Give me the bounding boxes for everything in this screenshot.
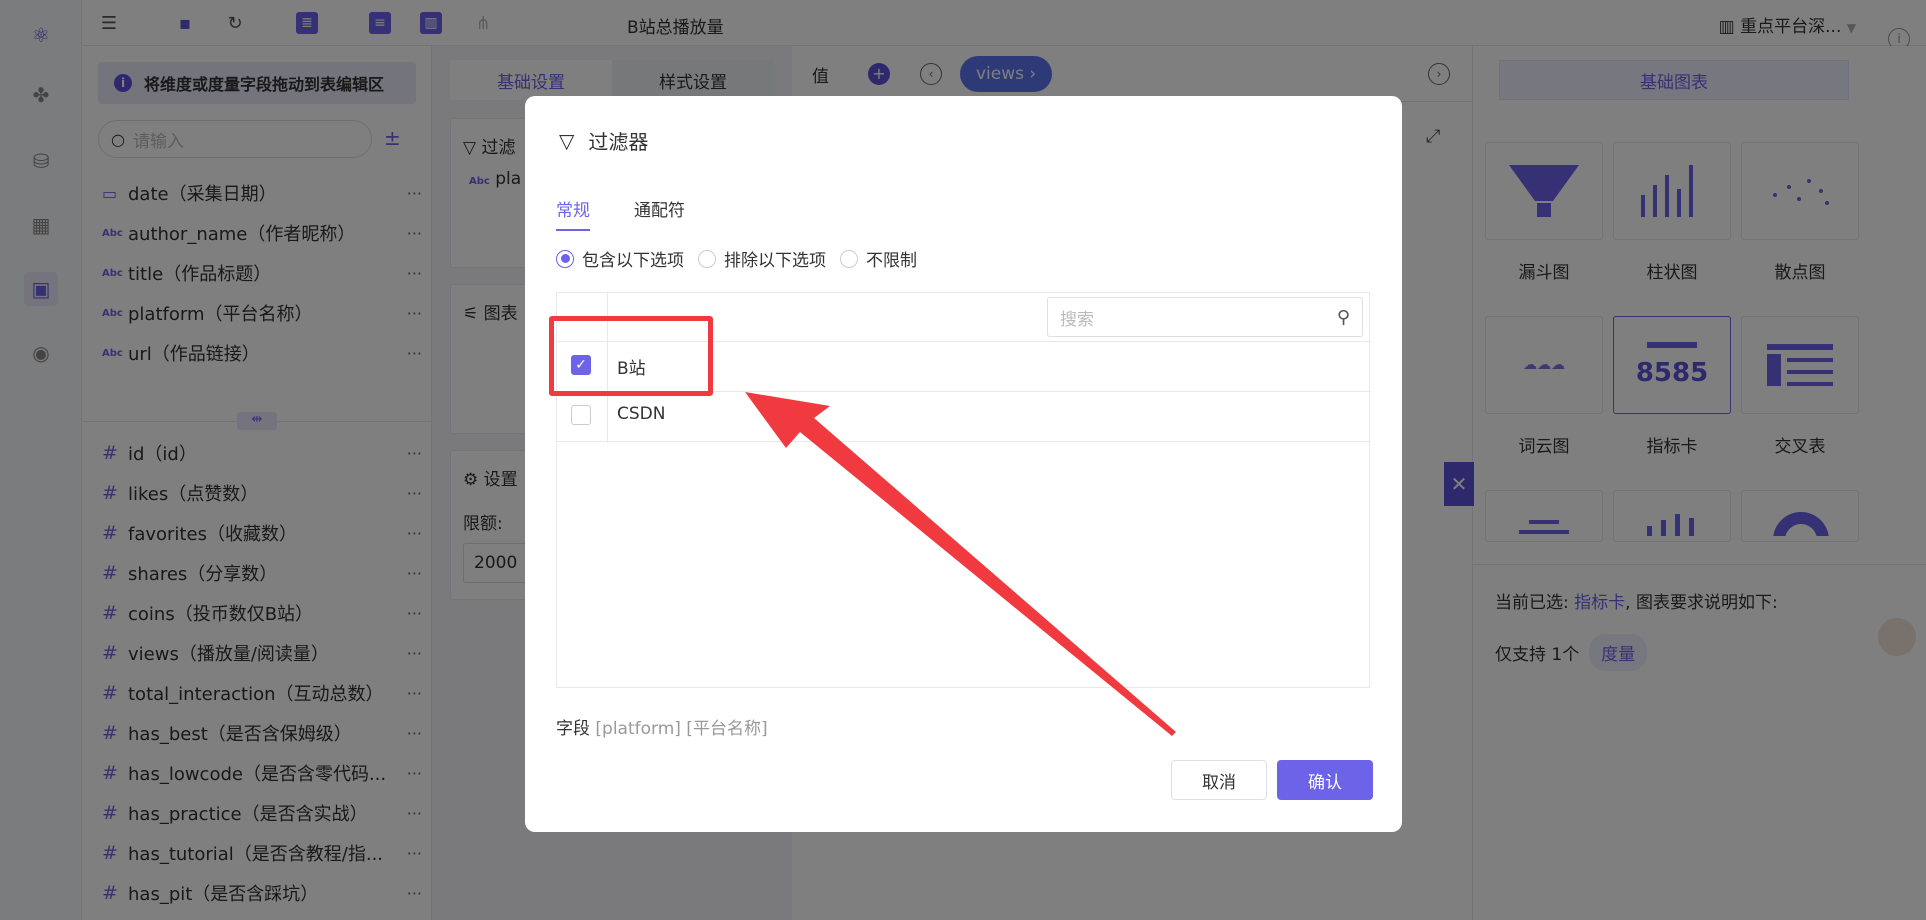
app-root: ⚛ ✤ ⛁ ▦ ▣ ◉ ☰ ▪ ↻ ≣ ≡ ▥ ⋔ B站总播放量 ▥ 重点平台深… [0,0,1926,920]
annotation-arrow [745,392,1176,736]
